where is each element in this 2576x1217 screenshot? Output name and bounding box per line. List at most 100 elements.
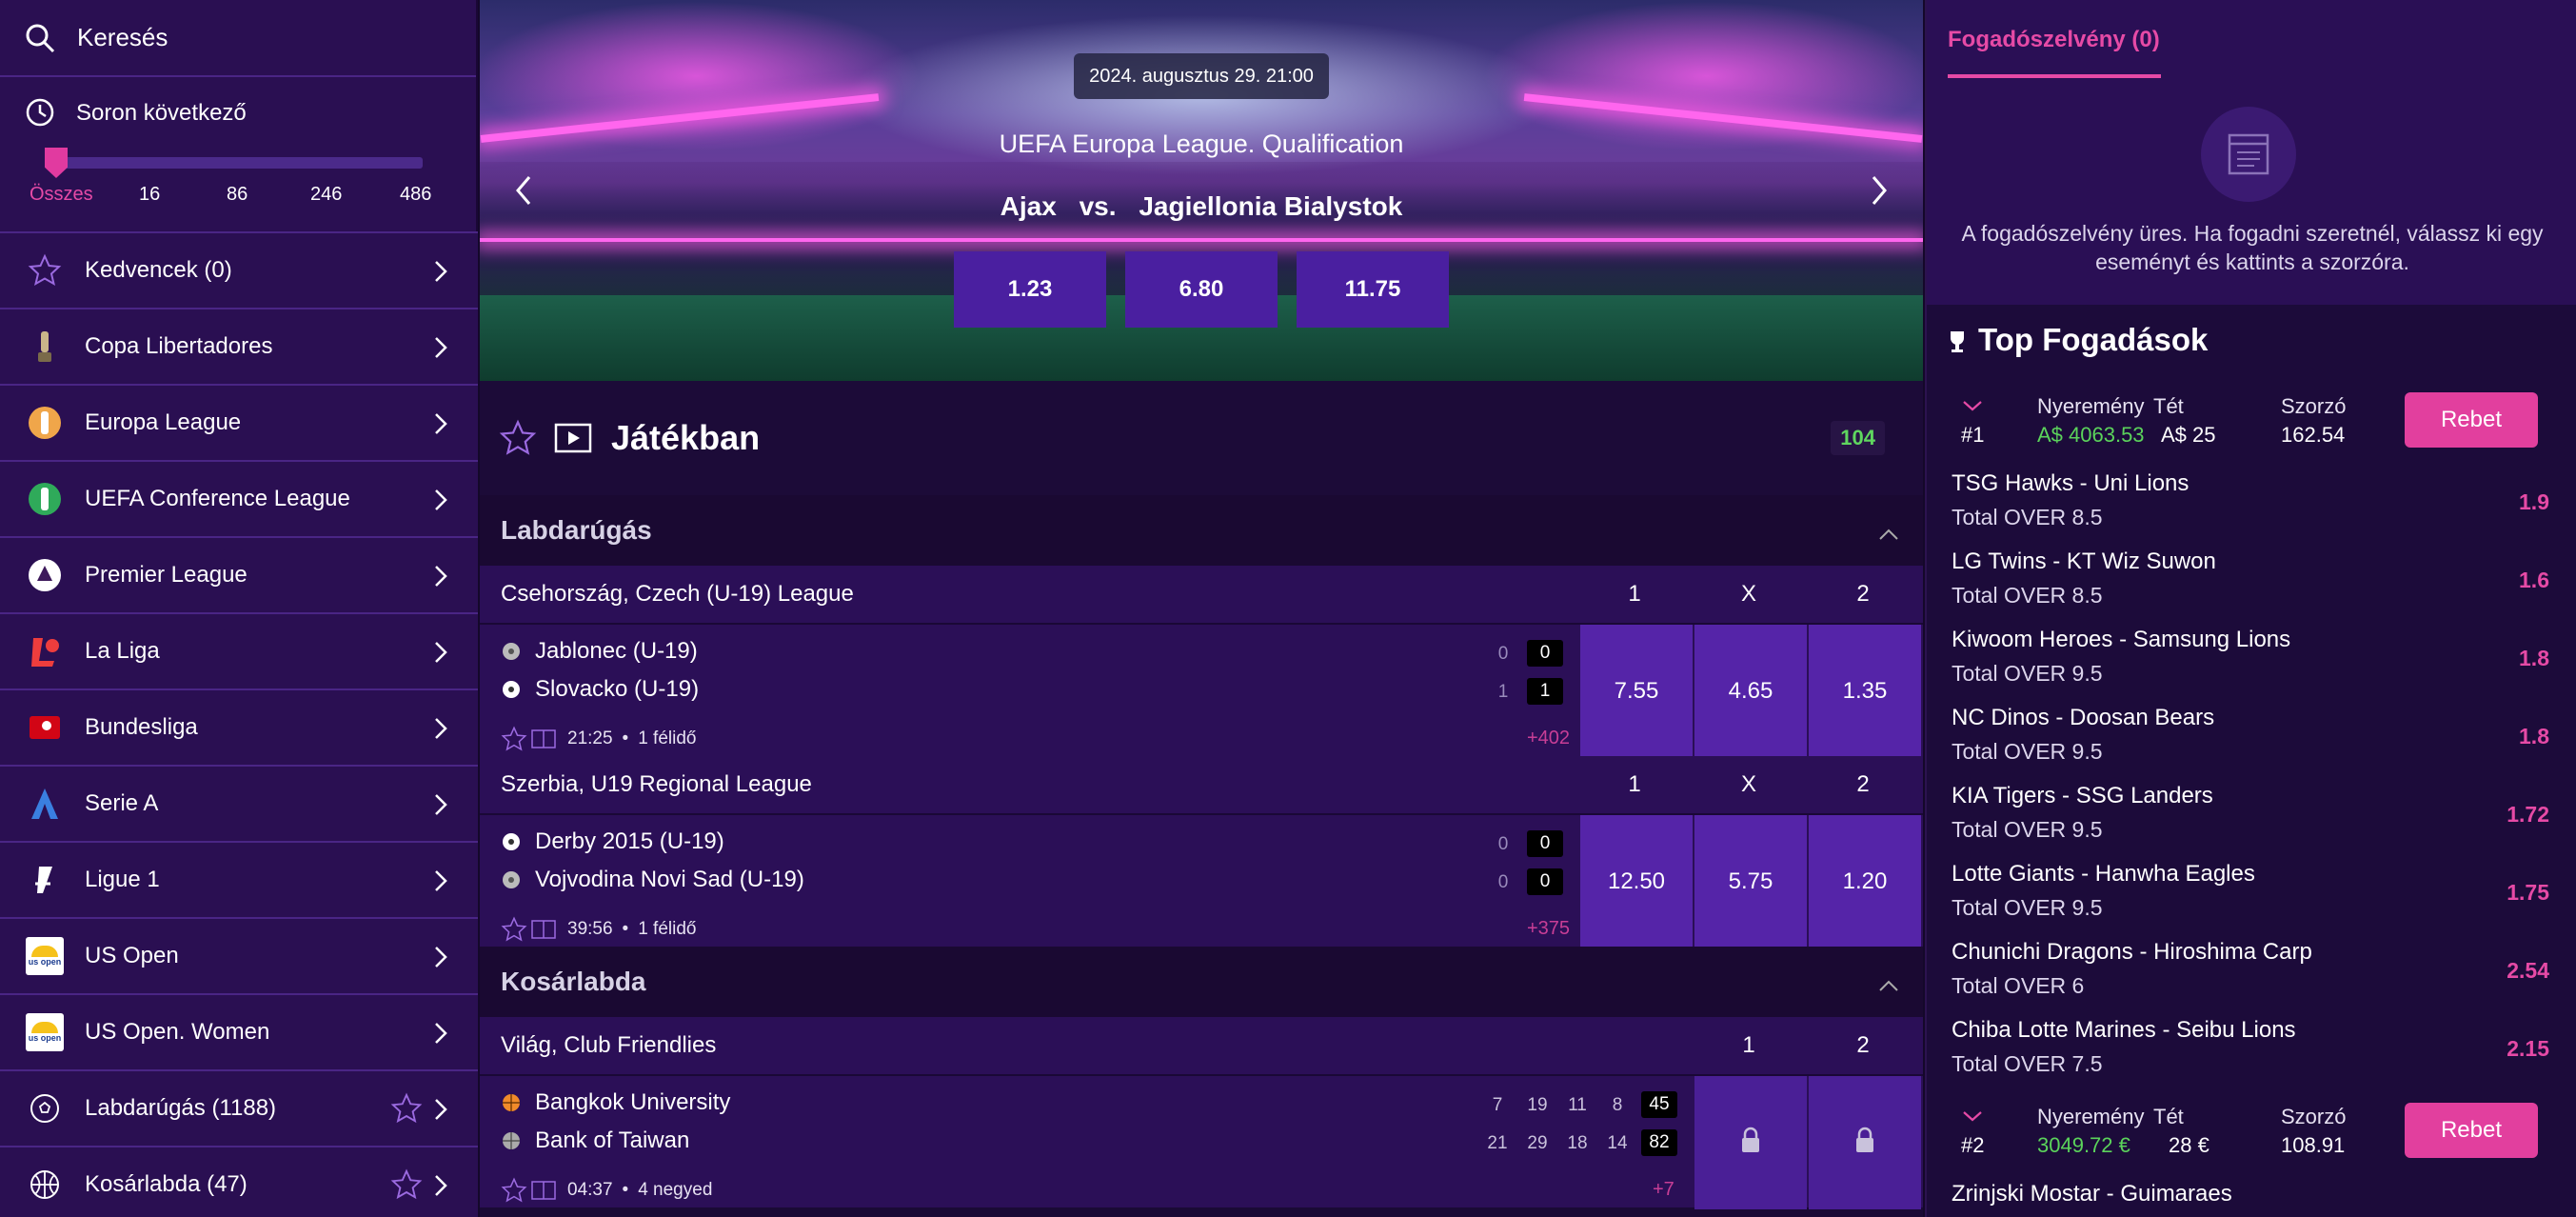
rebet-button[interactable]: Rebet	[2405, 1103, 2538, 1158]
sidebar-item-basketball[interactable]: Kosárlabda (47)	[0, 1147, 478, 1217]
match-row[interactable]: Bangkok University Bank of Taiwan 7 19 1…	[480, 1074, 1923, 1209]
odd-draw-button[interactable]: 5.75	[1694, 815, 1807, 948]
sidebar-item-label: Serie A	[85, 790, 159, 816]
featured-odd-home[interactable]: 1.23	[954, 251, 1106, 328]
top-bet-selection: NC Dinos - Doosan Bears Total OVER 9.5 1…	[1952, 705, 2549, 764]
us-open-logo: us open	[26, 1013, 64, 1051]
odd-away-locked	[1809, 1076, 1921, 1209]
filter-all[interactable]: Összes	[30, 184, 93, 206]
search-button[interactable]: Keresés	[0, 0, 476, 77]
range-slider-handle[interactable]	[45, 148, 68, 178]
col-home: 1	[1742, 1032, 1755, 1058]
home-team: Ajax	[1000, 191, 1057, 221]
top-bet-selection: Lotte Giants - Hanwha Eagles Total OVER …	[1952, 861, 2549, 920]
favorite-star-icon[interactable]	[499, 419, 537, 457]
home-score: 0	[1527, 830, 1563, 857]
col-draw: X	[1740, 581, 1756, 607]
stake-amount: 28 €	[2169, 1133, 2209, 1157]
filter-246[interactable]: 246	[310, 184, 342, 206]
sidebar-item-serie-a[interactable]: Serie A	[0, 767, 478, 843]
sidebar-item-conference-league[interactable]: UEFA Conference League	[0, 462, 478, 538]
filter-486[interactable]: 486	[400, 184, 431, 206]
chevron-up-icon[interactable]	[1877, 520, 1900, 540]
sidebar-item-us-open[interactable]: us open US Open	[0, 919, 478, 995]
sidebar-item-us-open-women[interactable]: us open US Open. Women	[0, 995, 478, 1071]
sidebar-item-bundesliga[interactable]: Bundesliga	[0, 690, 478, 767]
away-q2: 29	[1527, 1133, 1548, 1153]
odd-home-button[interactable]: 7.55	[1580, 625, 1693, 758]
rebet-button[interactable]: Rebet	[2405, 392, 2538, 448]
sport-title: Kosárlabda	[501, 967, 646, 996]
featured-odd-draw[interactable]: 6.80	[1125, 251, 1278, 328]
filter-16[interactable]: 16	[139, 184, 160, 206]
away-half-score: 0	[1497, 872, 1509, 892]
sidebar-item-ligue-1[interactable]: Ligue 1	[0, 843, 478, 919]
chevron-down-icon[interactable]	[1961, 398, 1984, 413]
chevron-right-icon	[430, 716, 451, 741]
favorite-star-icon[interactable]	[501, 1177, 527, 1204]
sidebar-item-label: Kedvencek (0)	[85, 257, 232, 283]
sidebar-item-label: Copa Libertadores	[85, 333, 273, 359]
clock-icon	[24, 96, 56, 129]
tab-bet-slip[interactable]: Fogadószelvény (0)	[1948, 27, 2160, 53]
match-row[interactable]: Jablonec (U-19) Slovacko (U-19) 0 0 1 1 …	[480, 623, 1923, 758]
top-bet-selection: Kiwoom Heroes - Samsung Lions Total OVER…	[1952, 627, 2549, 686]
odd-home-button[interactable]: 12.50	[1580, 815, 1693, 948]
lock-icon	[1853, 1126, 1877, 1161]
league-header: Csehország, Czech (U-19) League 1 X 2	[480, 566, 1923, 623]
odd-away-button[interactable]: 1.20	[1809, 815, 1921, 948]
empty-slip-message: A fogadószelvény üres. Ha fogadni szeret…	[1961, 221, 2544, 274]
sport-header-football[interactable]: Labdarúgás	[480, 495, 1923, 566]
more-markets-link[interactable]: +402	[1527, 728, 1570, 749]
sidebar-item-premier-league[interactable]: Premier League	[0, 538, 478, 614]
col-away: 2	[1856, 771, 1870, 797]
field-icon[interactable]	[531, 920, 556, 939]
home-q3: 11	[1568, 1095, 1587, 1115]
odd-draw-button[interactable]: 4.65	[1694, 625, 1807, 758]
la-liga-logo	[26, 632, 64, 670]
favorite-star-icon[interactable]	[390, 1168, 423, 1201]
sidebar-item-copa-libertadores[interactable]: Copa Libertadores	[0, 309, 478, 386]
sidebar-item-label: US Open. Women	[85, 1019, 270, 1045]
basketball-icon	[501, 1092, 522, 1113]
field-icon[interactable]	[531, 729, 556, 748]
more-markets-link[interactable]: +7	[1653, 1179, 1674, 1201]
basketball-icon	[501, 1130, 522, 1151]
range-slider-track[interactable]	[46, 157, 423, 169]
chevron-up-icon[interactable]	[1877, 971, 1900, 991]
sidebar-item-football[interactable]: Labdarúgás (1188)	[0, 1071, 478, 1147]
carousel-next-icon[interactable]	[1868, 173, 1891, 208]
top-bet-selection: LG Twins - KT Wiz Suwon Total OVER 8.5 1…	[1952, 549, 2549, 608]
away-q1: 21	[1487, 1133, 1508, 1153]
more-markets-link[interactable]: +375	[1527, 918, 1570, 940]
match-date: 2024. augusztus 29. 21:00	[1074, 53, 1329, 99]
main-content: 2024. augusztus 29. 21:00 UEFA Europa Le…	[480, 0, 1923, 1217]
top-bet-rank: #2	[1961, 1133, 1985, 1157]
home-half-score: 0	[1497, 644, 1509, 664]
favorite-star-icon[interactable]	[390, 1092, 423, 1125]
filter-86[interactable]: 86	[227, 184, 248, 206]
top-bets-title: Top Fogadások	[1946, 322, 2208, 358]
win-amount: 3049.72 €	[2037, 1133, 2130, 1157]
sidebar-item-favorites[interactable]: Kedvencek (0)	[0, 233, 478, 309]
sidebar-item-europa-league[interactable]: Europa League	[0, 386, 478, 462]
sport-header-basketball[interactable]: Kosárlabda	[480, 947, 1923, 1017]
star-icon	[26, 251, 64, 289]
sidebar-item-label: Bundesliga	[85, 714, 198, 740]
odd-away-button[interactable]: 1.35	[1809, 625, 1921, 758]
home-q1: 7	[1492, 1095, 1503, 1115]
carousel-prev-icon[interactable]	[512, 173, 535, 208]
favorite-star-icon[interactable]	[501, 916, 527, 943]
top-bet-selection: Zrinjski Mostar - Guimaraes	[1952, 1181, 2232, 1207]
favorite-star-icon[interactable]	[501, 726, 527, 752]
chevron-down-icon[interactable]	[1961, 1108, 1984, 1124]
featured-odd-away[interactable]: 11.75	[1297, 251, 1449, 328]
away-team: Slovacko (U-19)	[501, 676, 699, 703]
conference-league-logo	[26, 480, 64, 518]
match-period: 1 félidő	[638, 919, 697, 939]
top-bet-header: #1 Nyeremény Tét Szorzó A$ 4063.53 A$ 25…	[1927, 389, 2576, 469]
sidebar-item-la-liga[interactable]: La Liga	[0, 614, 478, 690]
featured-match-teams: Ajax vs. Jagiellonia Bialystok	[480, 191, 1923, 222]
field-icon[interactable]	[531, 1181, 556, 1200]
match-row[interactable]: Derby 2015 (U-19) Vojvodina Novi Sad (U-…	[480, 813, 1923, 948]
